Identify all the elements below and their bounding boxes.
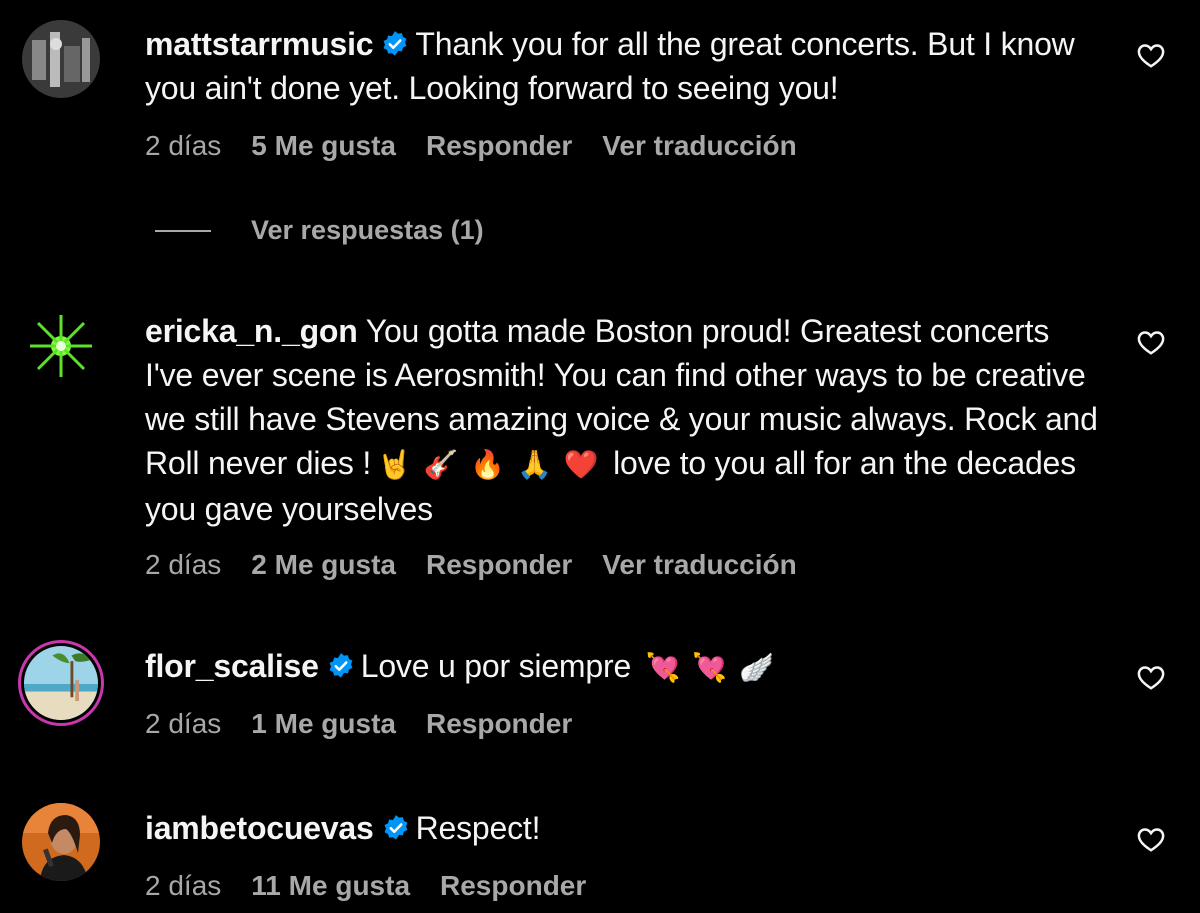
comment-meta: 2 días 5 Me gusta Responder Ver traducci… xyxy=(145,130,827,162)
view-replies-label: Ver respuestas (1) xyxy=(251,215,484,245)
emoji-heart-arrow: 💘 xyxy=(692,651,728,684)
heart-outline-icon[interactable] xyxy=(1136,663,1166,693)
username[interactable]: flor_scalise xyxy=(145,648,319,684)
comment-text: ericka_n._gon You gotta made Boston prou… xyxy=(145,309,1105,531)
timestamp: 2 días xyxy=(145,708,222,739)
verified-badge-icon xyxy=(382,814,410,842)
username[interactable]: iambetocuevas xyxy=(145,810,374,846)
heart-outline-icon[interactable] xyxy=(1136,825,1166,855)
comment-text: iambetocuevas Respect! xyxy=(145,806,1105,850)
comment-body: Love u por siempre xyxy=(360,648,632,684)
comment-text: flor_scalise Love u por siempre 💘 💘 🪽 xyxy=(145,644,1105,690)
likes-count[interactable]: 5 Me gusta xyxy=(251,130,396,162)
verified-badge-icon xyxy=(327,652,355,680)
username[interactable]: mattstarrmusic xyxy=(145,26,374,62)
replies-divider xyxy=(155,229,211,232)
comment-meta: 2 días 2 Me gusta Responder Ver traducci… xyxy=(145,549,827,581)
timestamp: 2 días xyxy=(145,870,222,901)
timestamp: 2 días xyxy=(145,130,222,161)
comment-meta: 2 días 1 Me gusta Responder xyxy=(145,708,602,740)
avatar[interactable] xyxy=(22,803,100,881)
username[interactable]: ericka_n._gon xyxy=(145,313,358,349)
emoji-fire: 🔥 xyxy=(470,448,506,481)
view-replies-button[interactable]: Ver respuestas (1) xyxy=(155,215,484,246)
emoji-rock: 🤘 xyxy=(377,448,412,481)
heart-outline-icon[interactable] xyxy=(1136,328,1166,358)
reply-button[interactable]: Responder xyxy=(426,130,572,162)
comment-meta: 2 días 11 Me gusta Responder xyxy=(145,870,616,902)
likes-count[interactable]: 1 Me gusta xyxy=(251,708,396,740)
avatar[interactable] xyxy=(22,20,100,98)
verified-badge-icon xyxy=(381,30,409,58)
emoji-heart: ❤️ xyxy=(563,448,599,481)
reply-button[interactable]: Responder xyxy=(426,708,572,740)
reply-button[interactable]: Responder xyxy=(440,870,586,902)
translate-button[interactable]: Ver traducción xyxy=(602,130,797,162)
emoji-heart-arrow: 💘 xyxy=(645,651,681,684)
avatar[interactable] xyxy=(22,307,100,385)
emoji-guitar: 🎸 xyxy=(423,448,459,481)
comment-body: Respect! xyxy=(415,810,541,846)
avatar[interactable] xyxy=(18,640,104,726)
heart-outline-icon[interactable] xyxy=(1136,41,1166,71)
emoji-pray: 🙏 xyxy=(517,448,552,481)
translate-button[interactable]: Ver traducción xyxy=(602,549,797,581)
likes-count[interactable]: 2 Me gusta xyxy=(251,549,396,581)
timestamp: 2 días xyxy=(145,549,222,580)
comment-text: mattstarrmusic Thank you for all the grea… xyxy=(145,22,1105,110)
emoji-wing: 🪽 xyxy=(739,651,774,684)
reply-button[interactable]: Responder xyxy=(426,549,572,581)
likes-count[interactable]: 11 Me gusta xyxy=(251,870,410,902)
